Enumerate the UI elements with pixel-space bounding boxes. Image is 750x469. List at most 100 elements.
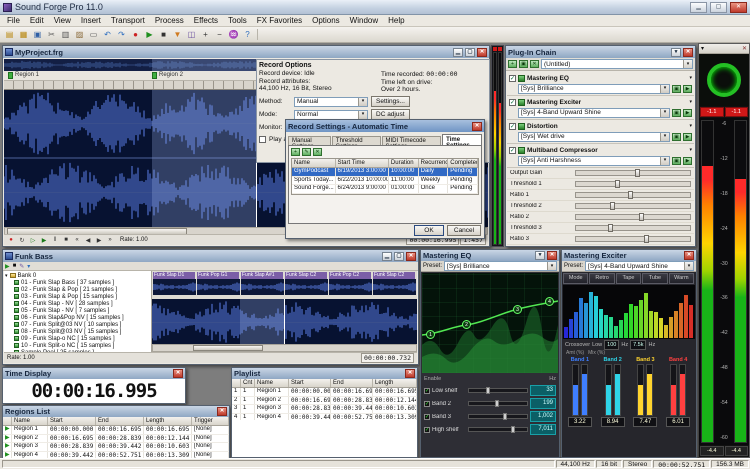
preset-bypass-icon[interactable]: ▶ [683,157,692,165]
band-frequency-value[interactable]: 7,011 [530,424,556,435]
eq-graph[interactable]: 1 2 3 4 [422,273,558,373]
band-enable-checkbox[interactable]: ✓ [424,427,430,433]
plugin-chain-titlebar[interactable]: Plug-In Chain ▾ ✕ [506,46,695,58]
paste-icon[interactable]: ▨ [73,28,86,41]
delete-schedule-icon[interactable]: ✕ [313,148,322,156]
tree-item[interactable]: 04 - Funk Slap - NV [ 28 samples ] [5,300,150,307]
window-close-button[interactable]: ✕ [406,252,416,261]
band-enable-checkbox[interactable]: ✓ [424,414,430,420]
exciter-mode-button[interactable]: Retro [589,273,614,284]
band-mix-slider[interactable] [614,364,621,416]
menu-item[interactable]: Options [307,15,345,26]
play-sample-icon[interactable]: ▶ [5,263,10,270]
chevron-down-icon[interactable]: ▾ [689,99,692,105]
band-gain-slider[interactable] [468,388,528,393]
window-close-button[interactable]: ✕ [547,251,557,260]
band-enable-checkbox[interactable]: ✓ [424,401,430,407]
plugin-preset-select[interactable]: [Sys] Brilliance▾ [518,84,670,94]
plugin-enable-checkbox[interactable]: ✓ [509,99,516,106]
sample-selection[interactable] [240,299,284,345]
band-frequency-value[interactable]: 199 [530,398,556,409]
menu-item[interactable]: FX Favorites [252,15,307,26]
cancel-button[interactable]: Cancel [447,225,481,236]
band-frequency-value[interactable]: 33 [530,385,556,396]
window-close-button[interactable]: ✕ [217,407,227,416]
exciter-mode-button[interactable]: Mode [563,273,588,284]
window-restore-button[interactable]: ▢ [465,48,475,57]
settings-button[interactable]: Settings... [371,96,410,107]
save-chain-icon[interactable]: ▣ [519,60,528,68]
window-minimize-button[interactable]: ▁ [453,48,463,57]
exciter-mode-button[interactable]: Tube [642,273,667,284]
menu-item[interactable]: Edit [25,15,49,26]
param-slider[interactable] [575,203,691,209]
play-icon[interactable]: ▶ [143,28,156,41]
plugin-preset-select[interactable]: [Sys] 4-Band Upward Shine▾ [518,108,670,118]
chain-item[interactable]: ✓ Mastering Exciter ▾ [Sys] 4-Band Upwar… [507,96,694,120]
playlist-row[interactable]: 3 1 Region 3 00:00:28.839 00:00:39.442 0… [232,405,417,414]
tone-checkbox[interactable] [259,136,266,143]
col-start-time[interactable]: Start Time [336,159,389,167]
band-mix-slider[interactable] [679,364,686,416]
sample-waveform[interactable] [152,299,417,345]
window-close-button[interactable]: ✕ [405,369,415,378]
mastering-eq-titlebar[interactable]: Mastering EQ ▾ ✕ [421,250,559,261]
col-start[interactable]: Start [289,379,331,387]
band-amount-slider[interactable] [637,364,644,416]
tree-item[interactable]: 09 - Funk Slap-o NC [ 15 samples ] [5,335,150,342]
preset-save-icon[interactable]: ▣ [672,133,681,141]
eq-node-1[interactable]: 1 [426,330,435,339]
param-slider[interactable] [575,170,691,176]
play-region-icon[interactable]: ▶ [3,435,12,443]
new-file-icon[interactable]: ▤ [3,28,16,41]
tree-item[interactable]: 10 - Funk Split-o NC [ 15 samples ] [5,342,150,349]
window-close-button[interactable]: ✕ [683,48,693,57]
band-gain-slider[interactable] [468,401,528,406]
schedule-row[interactable]: GymPodcast 6/19/2013 3:00:00 10:00:00 Da… [292,168,478,177]
tree-expand-icon[interactable]: ▾ [5,273,8,279]
band-amount-slider[interactable] [670,364,677,416]
col-name[interactable]: Name [12,417,48,425]
plugin-enable-checkbox[interactable]: ✓ [509,147,516,154]
col-duration[interactable]: Duration [389,159,419,167]
plugin-preset-select[interactable]: [Sys] Wet drive▾ [518,132,670,142]
region-icon[interactable]: ◫ [185,28,198,41]
clip-value-left[interactable]: -1.1 [700,107,724,117]
param-slider[interactable] [575,214,691,220]
col-length[interactable]: Length [373,379,417,387]
col-name[interactable]: Name [255,379,289,387]
pin-button[interactable]: ▾ [671,48,681,57]
stop-icon[interactable]: ■ [157,28,170,41]
preset-bypass-icon[interactable]: ▶ [683,133,692,141]
menu-item[interactable]: Help [383,15,409,26]
method-select[interactable]: Manual▾ [294,97,368,107]
region-row[interactable]: ▶ Region 3 00:00:28.839 00:00:39.442 00:… [3,443,229,452]
col-start[interactable]: Start [48,417,96,425]
remove-plugin-icon[interactable]: ✕ [530,60,539,68]
chain-item[interactable]: ✓ Mastering EQ ▾ [Sys] Brilliance▾ ▣ ▶ [507,72,694,96]
sample-thumbnail[interactable]: Funk Slap A#1 [241,272,284,296]
project-window-titlebar[interactable]: MyProject.frg ▁ ▢ ✕ [3,46,489,58]
phase-scope[interactable] [699,54,749,106]
exciter-mode-button[interactable]: Warm [669,273,694,284]
go-to-start-button[interactable]: « [72,237,82,243]
crossover-low-value[interactable]: 100 [604,340,619,350]
tree-item[interactable]: 03 - Funk Slap & Pop [ 15 samples ] [5,293,150,300]
sample-cursor[interactable] [284,299,285,345]
play-all-button[interactable]: ▷ [28,237,38,244]
mastering-exciter-titlebar[interactable]: Mastering Exciter ✕ [562,250,696,261]
preset-save-icon[interactable]: ▣ [672,157,681,165]
col-trigger[interactable]: Trigger [192,417,229,425]
col-play[interactable] [3,417,12,425]
schedule-row[interactable]: Sports Today... 6/22/2013 10:00:00 11:00… [292,177,478,186]
col-end[interactable]: End [96,417,144,425]
menu-item[interactable]: Effects [189,15,223,26]
col-num[interactable] [232,379,241,387]
record-icon[interactable]: ● [129,28,142,41]
dialog-close-button[interactable]: ✕ [472,122,482,131]
rewind-button[interactable]: ◀ [83,237,93,244]
pause-button[interactable]: ‖ [50,237,60,243]
tree-item[interactable]: 07 - Funk Split@03 NV [ 10 samples ] [5,321,150,328]
play-region-icon[interactable]: ▶ [3,443,12,451]
window-restore-button[interactable]: ▢ [394,252,404,261]
